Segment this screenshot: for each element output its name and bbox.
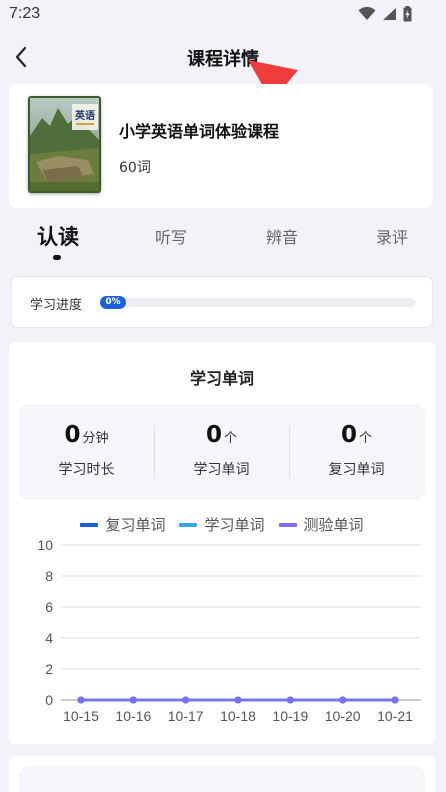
legend-swatch [179, 522, 198, 527]
x-tick-label: 10-16 [115, 708, 151, 724]
stat-value: 0 [64, 422, 81, 448]
data-point [234, 696, 242, 704]
y-tick-label: 0 [45, 692, 53, 708]
data-point [129, 696, 137, 704]
battery-icon [403, 6, 412, 22]
tab-recognize[interactable]: 认读 [37, 221, 79, 251]
x-tick-label: 10-18 [220, 708, 256, 724]
stats-card: 学习单词 0 分钟 学习时长 0个 学习单词 0个 复习单词 复习单词 学习单词 … [9, 342, 435, 744]
legend-swatch [80, 522, 99, 527]
stats-title: 学习单词 [189, 369, 254, 388]
progress-fill: 0% [100, 296, 126, 309]
words-line-chart: 0 2 4 6 8 10 10-15 10-16 10-17 10-18 10-19 10-20 10-… [37, 537, 421, 724]
legend-swatch [278, 522, 297, 527]
stat-unit: 个 [359, 431, 373, 446]
data-point [339, 696, 347, 704]
next-stats-card [9, 756, 435, 792]
x-tick-label: 10-21 [377, 708, 413, 724]
tab-dictation[interactable]: 听写 [155, 224, 187, 248]
stat-label: 学习单词 [193, 462, 250, 478]
status-bar: 7:23 [0, 0, 446, 32]
progress-card: 学习进度 0% [11, 276, 433, 328]
stat-learned-words: 0个 学习单词 [154, 422, 289, 479]
course-word-count: 60词 [119, 160, 151, 176]
y-tick-label: 4 [45, 630, 53, 646]
tab-active-indicator [53, 255, 61, 260]
course-cover-image: 英语 [28, 96, 101, 193]
stats-summary: 0 分钟 学习时长 0个 学习单词 0个 复习单词 [19, 404, 425, 500]
stat-label: 复习单词 [328, 462, 385, 478]
mode-tabs: 认读 听写 辨音 录评 [0, 218, 446, 264]
status-time: 7:23 [9, 5, 41, 22]
x-tick-label: 10-19 [272, 708, 308, 724]
data-point [77, 696, 85, 704]
progress-percent: 0% [105, 297, 121, 307]
stat-label: 学习时长 [58, 462, 115, 478]
x-tick-label: 10-17 [168, 708, 204, 724]
y-tick-label: 8 [45, 568, 53, 584]
data-point [182, 696, 190, 704]
x-tick-label: 10-15 [63, 708, 99, 724]
next-stats-summary [19, 766, 425, 792]
wifi-icon [358, 7, 376, 20]
tab-phonics[interactable]: 辨音 [266, 224, 298, 248]
stat-reviewed-words: 0个 复习单词 [289, 422, 424, 479]
y-tick-label: 6 [45, 599, 53, 615]
status-icons [358, 6, 412, 22]
course-card[interactable]: 英语 小学英语单词体验课程 60词 [9, 84, 433, 208]
page-title: 课程详情 [187, 49, 259, 70]
progress-label: 学习进度 [30, 298, 83, 313]
course-title: 小学英语单词体验课程 [119, 122, 280, 141]
tab-recording[interactable]: 录评 [376, 224, 408, 248]
nav-bar: 课程详情 [0, 32, 446, 84]
progress-bar: 0% [100, 296, 416, 309]
stat-study-time: 0 分钟 学习时长 [19, 422, 154, 479]
y-tick-label: 10 [37, 537, 53, 553]
cover-title-text: 英语 [74, 109, 95, 122]
stat-unit: 个 [224, 431, 238, 446]
stat-unit: 分钟 [82, 431, 109, 446]
data-point [286, 696, 294, 704]
data-point [391, 696, 399, 704]
y-tick-label: 2 [45, 661, 53, 677]
signal-icon [383, 8, 396, 20]
x-tick-label: 10-20 [325, 708, 361, 724]
stat-value: 0 [340, 422, 357, 448]
stat-value: 0 [205, 422, 222, 448]
